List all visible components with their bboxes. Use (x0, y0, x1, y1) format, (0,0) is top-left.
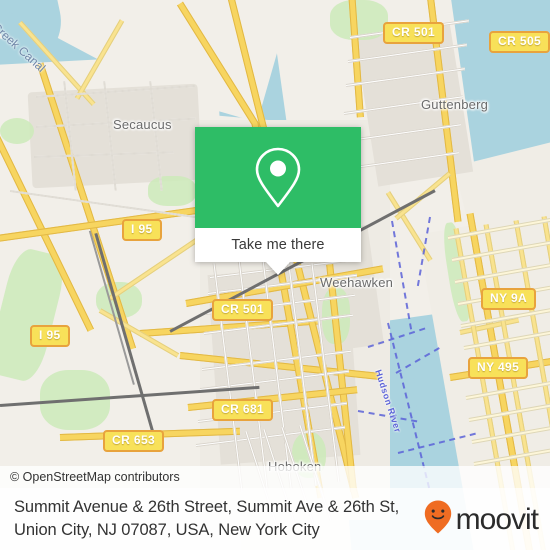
take-me-there-label: Take me there (231, 237, 325, 253)
road-shield-cr653: CR 653 (103, 430, 165, 452)
road-shield-cr501-south: CR 501 (212, 299, 274, 321)
osm-attribution: © OpenStreetMap contributors (0, 466, 550, 488)
map-label-secaucus: Secaucus (113, 117, 172, 132)
road-shield-cr681: CR 681 (212, 399, 274, 421)
map-label-guttenberg: Guttenberg (421, 97, 489, 112)
moovit-logo[interactable]: moovit (423, 499, 539, 540)
moovit-wordmark: moovit (455, 503, 539, 536)
map-label-weehawken: Weehawken (320, 275, 394, 290)
park-laurel-hill (0, 118, 34, 144)
moovit-map-screenshot: Secaucus Guttenberg Weehawken Hoboken Hu… (0, 0, 550, 550)
map-canvas[interactable]: Secaucus Guttenberg Weehawken Hoboken Hu… (0, 0, 550, 550)
popup-action-bar[interactable]: Take me there (195, 228, 361, 275)
attribution-text: © OpenStreetMap contributors (10, 470, 180, 484)
popup-image-panel (195, 127, 361, 228)
moovit-smiley-pin-icon (423, 499, 453, 540)
road-shield-i95-upper: I 95 (122, 219, 162, 241)
map-pin-icon (250, 145, 306, 211)
road-shield-cr505: CR 505 (489, 31, 550, 53)
location-popup-card[interactable]: Take me there (195, 127, 361, 275)
address-text: Summit Avenue & 26th Street, Summit Ave … (14, 498, 400, 539)
footer-bar: Summit Avenue & 26th Street, Summit Ave … (0, 488, 550, 550)
park-secaucus-sw (148, 176, 196, 206)
popup-tail-pointer (266, 262, 290, 275)
road-shield-ny9a: NY 9A (481, 288, 537, 310)
road-shield-i95-lower: I 95 (30, 325, 70, 347)
road-shield-ny495: NY 495 (468, 357, 529, 379)
road-shield-cr501-north: CR 501 (383, 22, 445, 44)
